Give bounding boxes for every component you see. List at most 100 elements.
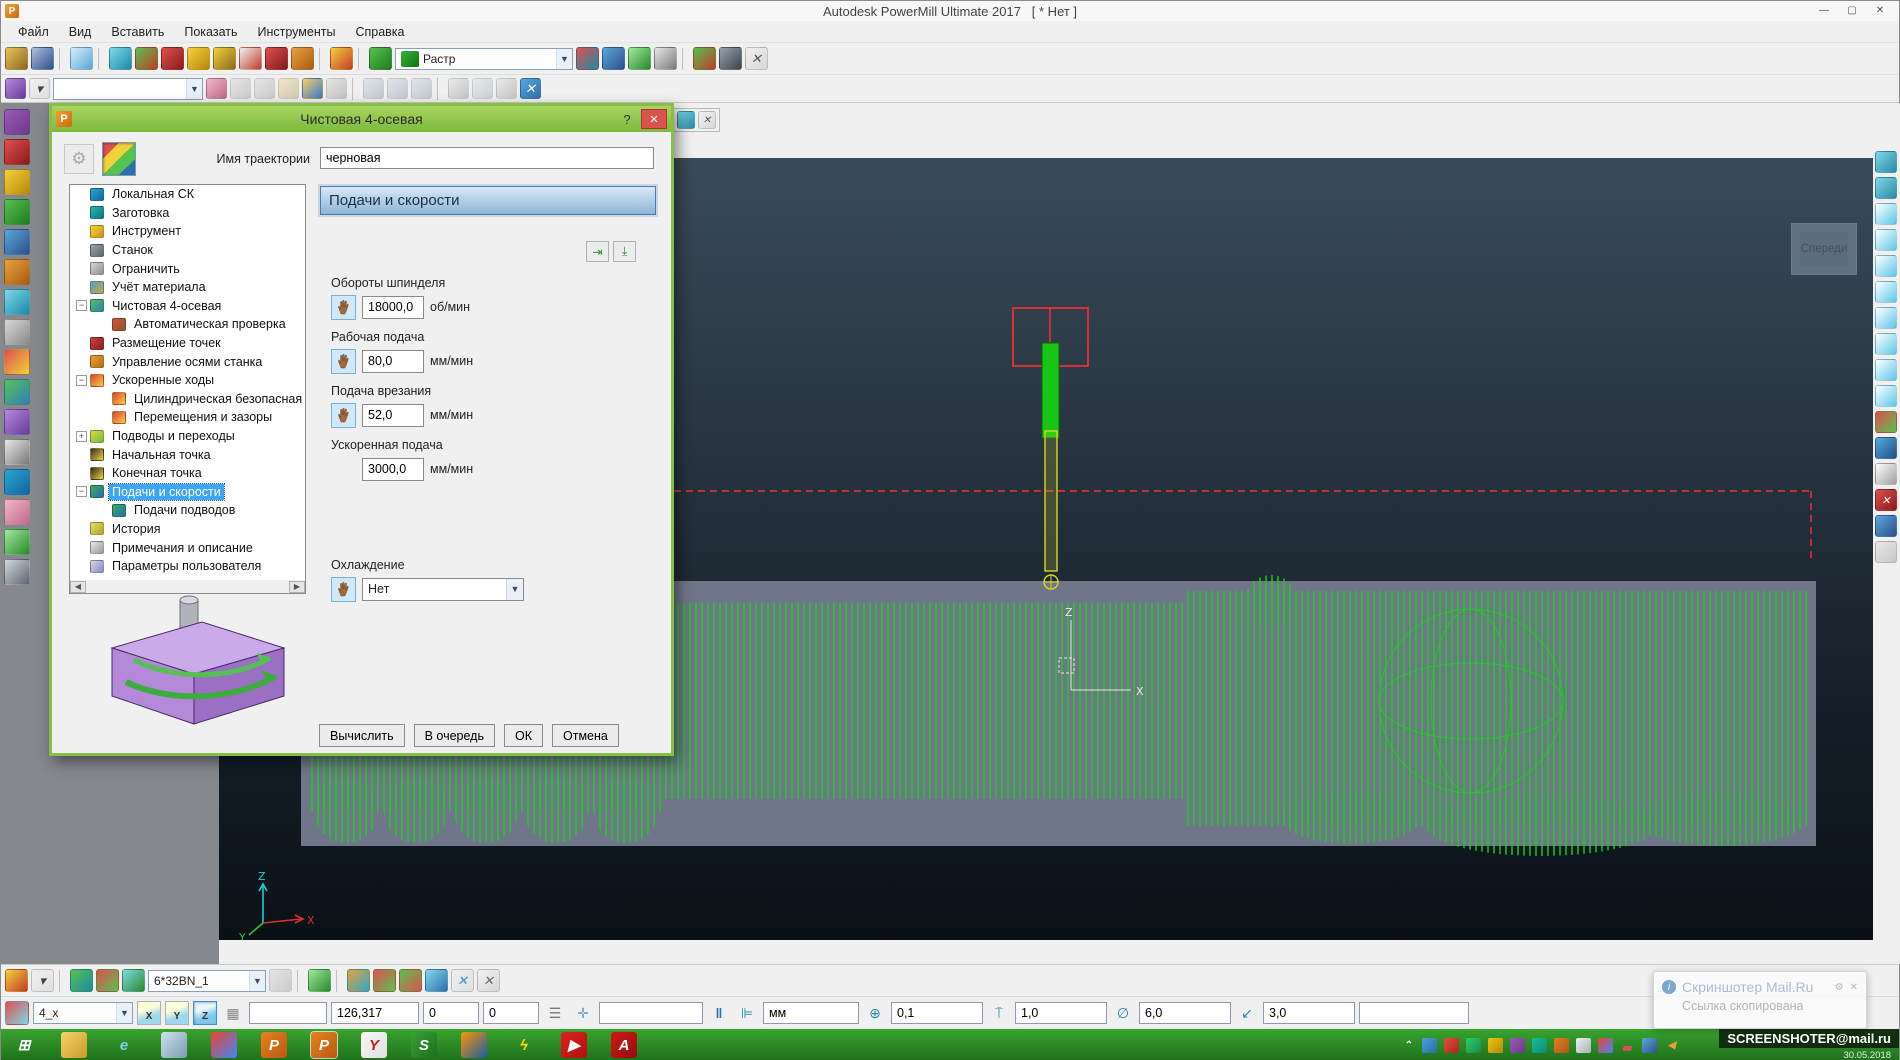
tree-expand-toggle[interactable]: −: [76, 374, 87, 386]
extra-field[interactable]: [1359, 1002, 1469, 1024]
tray-app2-icon[interactable]: [1444, 1037, 1459, 1053]
tree-item[interactable]: − Чистовая 4-осевая: [70, 297, 305, 316]
dialog-title-bar[interactable]: P Чистовая 4-осевая ? ✕: [52, 106, 671, 132]
workplane-combo[interactable]: 4_x ▼: [33, 1002, 133, 1024]
taskbar-firefox-icon[interactable]: [461, 1032, 487, 1058]
cursor-arrow-icon[interactable]: [1875, 515, 1897, 537]
eraser-icon[interactable]: [206, 78, 227, 99]
units-field[interactable]: [763, 1002, 859, 1024]
tree-item[interactable]: Учёт материала: [70, 278, 305, 297]
queue-button[interactable]: В очередь: [413, 724, 495, 747]
statistics-icon[interactable]: [602, 47, 625, 70]
close-second-toolbar-icon[interactable]: ✕: [520, 78, 541, 99]
axis-x-button[interactable]: X: [137, 1001, 161, 1025]
taskbar-yandex-icon[interactable]: Y: [361, 1032, 387, 1058]
tree-item[interactable]: История: [70, 520, 305, 539]
strategy-tree[interactable]: Локальная СК Заготовка Инструмент Станок: [69, 184, 306, 594]
view-front-icon[interactable]: [1875, 281, 1897, 303]
tree-item[interactable]: Размещение точек: [70, 334, 305, 353]
calc-nc-icon[interactable]: [230, 78, 251, 99]
position-z-field[interactable]: [483, 1002, 539, 1024]
pattern-tree-icon[interactable]: [4, 349, 30, 375]
stock-model-icon[interactable]: [4, 469, 30, 495]
tool-create-icon[interactable]: [5, 969, 28, 992]
close-view-icon[interactable]: ✕: [1875, 489, 1897, 511]
record-icon[interactable]: [4, 139, 30, 165]
toolpath-tree-icon[interactable]: [4, 259, 30, 285]
free-field[interactable]: [599, 1002, 703, 1024]
chevron-down-icon[interactable]: ▼: [506, 578, 523, 600]
tray-app4-icon[interactable]: [1488, 1037, 1503, 1053]
tree-expand-toggle[interactable]: −: [76, 486, 87, 498]
chevron-down-icon[interactable]: ▼: [186, 78, 202, 99]
tools-tree-icon[interactable]: [4, 289, 30, 315]
tray-chevron-icon[interactable]: ⌃: [1400, 1038, 1415, 1053]
taskbar-green-s-icon[interactable]: S: [411, 1032, 437, 1058]
tree-item[interactable]: − Ускоренные ходы: [70, 371, 305, 390]
taskbar-youtube-icon[interactable]: ▶: [561, 1032, 587, 1058]
groups-icon[interactable]: [4, 499, 30, 525]
axis-y-button[interactable]: Y: [165, 1001, 189, 1025]
taskbar-powermill-icon[interactable]: P: [261, 1032, 287, 1058]
tray-app1-icon[interactable]: [1422, 1037, 1437, 1053]
dialog-close-button[interactable]: ✕: [641, 109, 667, 129]
position-axes-icon[interactable]: [347, 969, 370, 992]
taskbar-start-button[interactable]: ⊞: [11, 1032, 37, 1058]
view-table2-icon[interactable]: [1875, 177, 1897, 199]
screenshoter-notification[interactable]: i Скриншотер Mail.Ru ⚙ ✕ Ссылка скопиров…: [1653, 971, 1867, 1029]
close-fragment-icon[interactable]: ✕: [698, 111, 716, 129]
update-feedrates-icon[interactable]: ⤓: [613, 241, 636, 262]
nc-program-icon[interactable]: [628, 47, 651, 70]
tool-icon[interactable]: [187, 47, 210, 70]
tray-app6-icon[interactable]: [1532, 1037, 1547, 1053]
tray-app3-icon[interactable]: [1466, 1037, 1481, 1053]
levels-manager-icon[interactable]: [4, 169, 30, 195]
taskbar-chrome-icon[interactable]: [211, 1032, 237, 1058]
calculator-icon[interactable]: [654, 47, 677, 70]
cancel-button[interactable]: Отмена: [552, 724, 619, 747]
chevron-down-icon[interactable]: ▼: [116, 1003, 132, 1023]
grid-snap-icon[interactable]: ▦: [221, 1001, 245, 1025]
menu-item[interactable]: Вид: [60, 23, 101, 41]
queue-pause-icon[interactable]: ‖: [707, 1001, 731, 1025]
tray-network-icon[interactable]: ▃: [1620, 1038, 1635, 1053]
tool-axis-icon[interactable]: [96, 969, 119, 992]
feature-tree-icon[interactable]: [4, 379, 30, 405]
field-input[interactable]: [362, 457, 424, 481]
tool-rotate-icon[interactable]: [308, 969, 331, 992]
tolerance-field[interactable]: [891, 1002, 983, 1024]
tree-item[interactable]: Параметры пользователя: [70, 557, 305, 576]
view-top-icon[interactable]: [1875, 255, 1897, 277]
open-nc-icon[interactable]: [302, 78, 323, 99]
simulation-tree-icon[interactable]: [4, 529, 30, 555]
cloud-icon[interactable]: [472, 78, 493, 99]
workplane-a-icon[interactable]: [363, 78, 384, 99]
position-y-field[interactable]: [423, 1002, 479, 1024]
view-back-icon[interactable]: [1875, 333, 1897, 355]
workplane-tree-icon[interactable]: [4, 229, 30, 255]
tool-name-combo[interactable]: 6*32BN_1 ▼: [148, 969, 266, 992]
tray-app5-icon[interactable]: [1510, 1037, 1525, 1053]
view-iso3-icon[interactable]: [1875, 385, 1897, 407]
tree-expand-toggle[interactable]: +: [76, 430, 87, 442]
tree-item[interactable]: Ограничить: [70, 259, 305, 278]
menu-item[interactable]: Вставить: [102, 23, 173, 41]
calculate-button[interactable]: Вычислить: [319, 724, 405, 747]
menu-item[interactable]: Показать: [175, 23, 246, 41]
ncprogram-icon[interactable]: [5, 78, 26, 99]
ncprogram-tree-icon[interactable]: [4, 439, 30, 465]
field-input[interactable]: [362, 295, 424, 319]
blank-slot-icon[interactable]: [1875, 541, 1897, 563]
tree-item[interactable]: Цилиндрическая безопасная об: [70, 390, 305, 409]
taskbar-lightning-icon[interactable]: ϟ: [511, 1032, 537, 1058]
toolpath-name-input[interactable]: [320, 147, 654, 169]
view-grid-icon[interactable]: [677, 111, 695, 129]
notification-close-icon[interactable]: ✕: [1850, 982, 1858, 993]
open-project-icon[interactable]: [5, 47, 28, 70]
blue-x-icon[interactable]: ✕: [451, 969, 474, 992]
load-feedrates-icon[interactable]: ⇥: [586, 241, 609, 262]
tree-item[interactable]: + Подводы и переходы: [70, 427, 305, 446]
tree-item[interactable]: Начальная точка: [70, 445, 305, 464]
workplane-create-icon[interactable]: [5, 1001, 29, 1025]
tool-stack-icon[interactable]: [269, 969, 292, 992]
